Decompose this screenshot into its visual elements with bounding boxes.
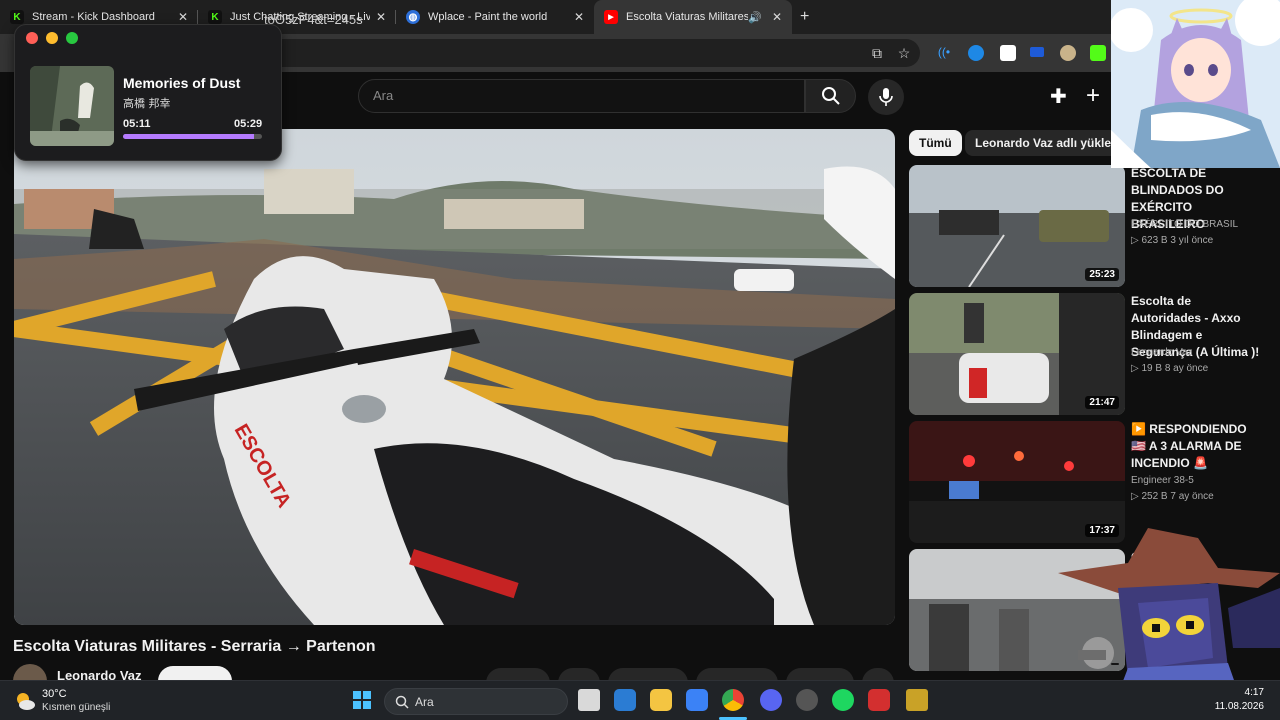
chip-all[interactable]: Tümü	[909, 130, 962, 156]
tab-title: Wplace - Paint the world	[428, 11, 548, 23]
close-window-button[interactable]	[26, 32, 38, 44]
vtuber-overlay	[1111, 0, 1280, 168]
tab-title: Stream - Kick Dashboard	[32, 11, 155, 23]
album-cover	[30, 66, 114, 146]
chrome-icon[interactable]	[722, 689, 744, 711]
taskbar-search-placeholder: Ara	[415, 695, 434, 709]
weather-temperature[interactable]: 30°C	[42, 688, 67, 700]
clock[interactable]: 4:17 11.08.2026	[1212, 687, 1264, 712]
kick-icon: K	[10, 10, 24, 24]
kick-icon: K	[208, 10, 222, 24]
kick-extension-icon[interactable]	[1090, 45, 1106, 61]
clock-time: 4:17	[1244, 687, 1264, 698]
microphone-icon	[879, 88, 893, 106]
screen: K Stream - Kick Dashboard ✕ K Just Chatt…	[0, 0, 1280, 720]
youtube-search-input[interactable]: Ara	[358, 79, 805, 113]
total-time: 05:29	[234, 118, 263, 130]
wifi-extension-icon[interactable]: ((•	[936, 45, 952, 61]
now-playing-widget[interactable]: Memories of Dust 高橋 邦幸 05:11 05:29	[14, 24, 282, 161]
voice-search-button[interactable]	[868, 79, 904, 115]
youtube-icon: ▶	[604, 10, 618, 24]
recommendation-meta: ▷ 252 B 7 ay önce	[1131, 491, 1214, 502]
song-progress-fill	[123, 134, 255, 139]
current-time: 05:11	[123, 118, 151, 130]
tab-wplace[interactable]: ◍ Wplace - Paint the world ✕	[396, 0, 594, 34]
recommendation-channel[interactable]: EXÉRCITO DO BRASIL	[1131, 219, 1238, 230]
maximize-window-button[interactable]	[66, 32, 78, 44]
video-duration: 25:23	[1085, 268, 1119, 281]
github-icon[interactable]	[796, 689, 818, 711]
speaker-icon[interactable]: 🔊	[748, 11, 762, 24]
recommendation-meta: ▷ 19 B 8 ay önce	[1131, 363, 1209, 374]
video-frame: ESCOLTA	[14, 129, 895, 625]
extension-icon[interactable]	[1030, 47, 1044, 57]
minimize-window-button[interactable]	[46, 32, 58, 44]
recommendation-thumbnail[interactable]: 25:23	[909, 165, 1125, 287]
recommendation-item[interactable]: 21:47 Escolta de Autoridades - Axxo Blin…	[909, 293, 1269, 415]
tab-title: Escolta Viaturas Militares - S	[626, 11, 749, 23]
close-tab-icon[interactable]: ✕	[772, 10, 782, 24]
task-view-icon[interactable]	[578, 689, 600, 711]
install-app-icon[interactable]: ⧉	[868, 44, 886, 62]
windows-start-icon[interactable]	[352, 690, 372, 710]
weather-description[interactable]: Kısmen güneşli	[42, 702, 110, 713]
video-player[interactable]: ESCOLTA	[14, 129, 895, 625]
microsoft-store-icon[interactable]	[686, 689, 708, 711]
search-icon	[821, 87, 840, 105]
recommendation-meta: ▷ 623 B 3 yıl önce	[1131, 235, 1214, 246]
recommendation-thumbnail[interactable]: 21:47	[909, 293, 1125, 415]
song-artist: 高橋 邦幸	[123, 97, 171, 110]
search-icon	[395, 695, 409, 709]
screen-extension-icon[interactable]	[1000, 45, 1016, 61]
song-title: Memories of Dust	[123, 75, 241, 91]
new-tab-button[interactable]: +	[800, 0, 809, 34]
chip-from-uploader[interactable]: Leonardo Vaz adlı yükleyici	[965, 130, 1125, 156]
album-art-image	[30, 66, 114, 146]
search-button[interactable]	[805, 79, 856, 113]
windows-taskbar: 30°C Kısmen güneşli Ara 4:17 11.08.2026	[0, 680, 1280, 720]
song-progress-bar[interactable]	[123, 134, 262, 139]
recommendation-item[interactable]: 25:23 ESCOLTA DE BLINDADOS DO EXÉRCITO B…	[909, 165, 1269, 287]
shazam-extension-icon[interactable]	[968, 45, 984, 61]
video-title: Escolta Viaturas Militares - Serraria → …	[13, 638, 376, 655]
file-explorer-icon[interactable]	[650, 689, 672, 711]
globe-icon: ◍	[406, 10, 420, 24]
clock-date: 11.08.2026	[1214, 701, 1264, 712]
video-duration: 21:47	[1085, 396, 1119, 409]
discord-icon[interactable]	[760, 689, 782, 711]
taskbar-search-box[interactable]: Ara	[384, 688, 568, 715]
league-icon[interactable]	[906, 689, 928, 711]
address-bar[interactable]	[220, 39, 920, 67]
bookmark-star-icon[interactable]: ☆	[895, 44, 913, 62]
recommendation-channel[interactable]: Leonardo Vaz	[1131, 347, 1193, 358]
close-tab-icon[interactable]: ✕	[574, 10, 584, 24]
tab-escolta-active[interactable]: ▶ Escolta Viaturas Militares - S 🔊 ✕	[594, 0, 792, 34]
create-icon[interactable]: ✚	[1050, 84, 1067, 109]
spotify-icon[interactable]	[832, 689, 854, 711]
outlook-icon[interactable]	[614, 689, 636, 711]
recommendation-thumbnail[interactable]: 17:37	[909, 421, 1125, 543]
recommendation-channel[interactable]: Engineer 38-5	[1131, 475, 1194, 486]
address-url[interactable]: toO5zP4&t=245s	[264, 12, 363, 27]
close-tab-icon[interactable]: ✕	[178, 10, 188, 24]
app-icon[interactable]	[868, 689, 890, 711]
close-tab-icon[interactable]: ✕	[376, 10, 386, 24]
owl-extension-icon[interactable]	[1060, 45, 1076, 61]
recommendation-title[interactable]: ▶️ RESPONDIENDO 🇺🇸 A 3 ALARMA DE INCENDI…	[1131, 421, 1261, 472]
anime-character-image	[1111, 0, 1280, 168]
recommendation-item[interactable]: 17:37 ▶️ RESPONDIENDO 🇺🇸 A 3 ALARMA DE I…	[909, 421, 1269, 543]
add-icon[interactable]: +	[1086, 82, 1100, 110]
partly-sunny-icon[interactable]	[14, 690, 36, 712]
